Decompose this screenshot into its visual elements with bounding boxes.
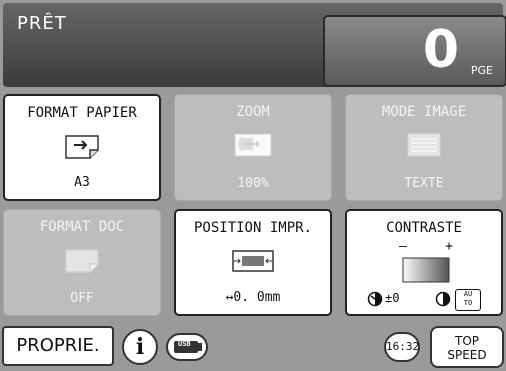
tile-title: CONTRASTE <box>386 220 462 236</box>
contrast-minus-label: – <box>399 239 407 254</box>
auto-label-top: AU <box>463 290 473 298</box>
contraste-tile[interactable]: CONTRASTE – + ±0 AU TO <box>345 209 503 316</box>
text-lines-icon <box>407 133 441 157</box>
format-papier-tile[interactable]: FORMAT PAPIER A3 <box>3 94 161 201</box>
usb-button[interactable]: USB <box>166 333 208 361</box>
control-panel-screen: PRÊT 0 PGE FORMAT PAPIER A3 ZOOM 100% MO… <box>0 0 506 371</box>
zoom-icon <box>234 133 272 157</box>
auto-contrast-badge[interactable]: AU TO <box>455 289 481 311</box>
clock-button[interactable]: 16:32 <box>384 332 420 362</box>
speed-line1: TOP <box>454 334 479 348</box>
mode-image-tile[interactable]: MODE IMAGE TEXTE <box>345 94 503 201</box>
tile-value: 100% <box>237 176 269 191</box>
tile-value: TEXTE <box>404 176 444 191</box>
format-doc-tile[interactable]: FORMAT DOC OFF <box>3 209 161 316</box>
tile-title: FORMAT DOC <box>39 219 125 235</box>
zoom-tile[interactable]: ZOOM 100% <box>174 94 332 201</box>
position-impr-tile[interactable]: POSITION IMPR. ↔0. 0mm <box>174 209 332 316</box>
speed-line2: SPEED <box>447 348 487 362</box>
paper-arrow-icon <box>65 135 99 159</box>
contrast-manual-icon <box>367 291 383 307</box>
tile-title: POSITION IMPR. <box>193 220 312 236</box>
tile-value: ↔0. 0mm <box>225 290 281 305</box>
print-position-icon <box>232 250 274 272</box>
tile-value: A3 <box>74 175 90 190</box>
tile-title: FORMAT PAPIER <box>27 105 137 121</box>
counter-unit: PGE <box>470 64 493 77</box>
properties-button[interactable]: PROPRIE. <box>2 326 114 366</box>
top-speed-button[interactable]: TOP SPEED <box>430 326 504 368</box>
tile-title: ZOOM <box>236 104 270 120</box>
contrast-gradient-icon <box>402 257 450 283</box>
contrast-auto-icon <box>435 291 451 307</box>
auto-label-bottom: TO <box>463 299 473 307</box>
usb-label: USB <box>178 340 191 348</box>
status-header: PRÊT 0 PGE <box>3 3 506 87</box>
info-button[interactable]: i <box>122 329 158 365</box>
contrast-value: ±0 <box>385 291 400 305</box>
copy-counter: 0 PGE <box>323 15 506 87</box>
tile-title: MODE IMAGE <box>381 104 467 120</box>
contrast-plus-label: + <box>445 239 453 254</box>
status-text: PRÊT <box>17 13 67 34</box>
tile-value: OFF <box>70 291 94 306</box>
counter-value: 0 <box>422 20 459 80</box>
document-icon <box>65 249 99 273</box>
